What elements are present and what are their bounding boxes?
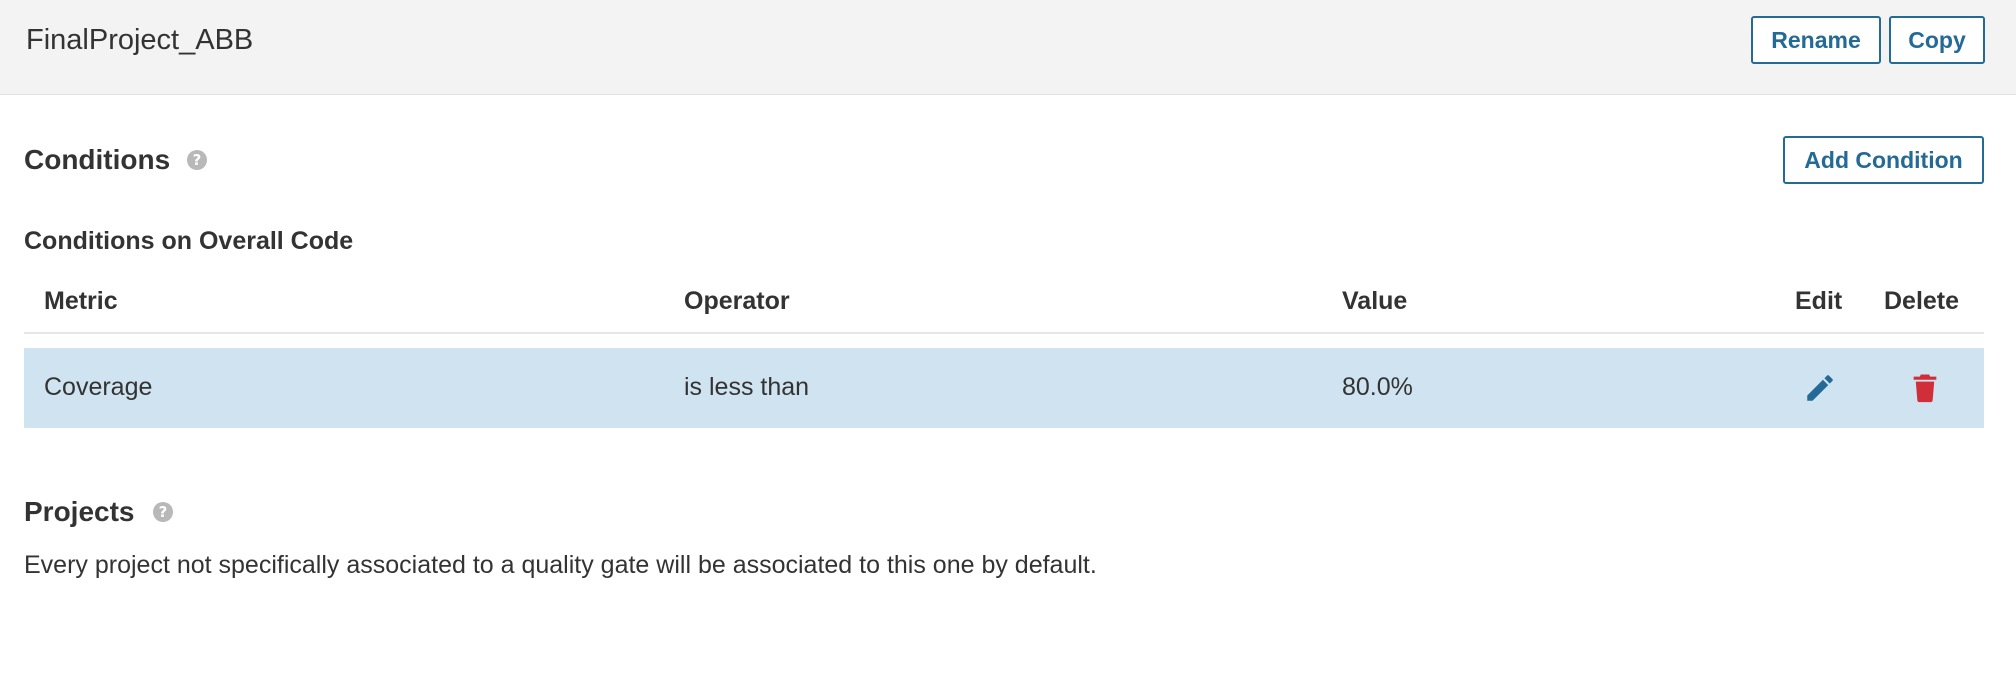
column-header-edit: Edit <box>1795 287 1843 315</box>
column-header-delete: Delete <box>1884 287 1960 315</box>
page-title: FinalProject_ABB <box>26 24 254 56</box>
quality-gate-header: FinalProject_ABB Rename Copy <box>0 0 2016 95</box>
help-icon[interactable]: ? <box>187 150 207 170</box>
column-header-value: Value <box>1342 287 1408 315</box>
conditions-heading: Conditions <box>24 144 171 175</box>
projects-description: Every project not specifically associate… <box>24 551 1097 579</box>
table-row: Coverage is less than 80.0% <box>24 348 1984 428</box>
trash-icon[interactable] <box>1908 370 1942 406</box>
operator-cell: is less than <box>684 373 810 401</box>
value-cell: 80.0% <box>1342 373 1413 401</box>
metric-cell: Coverage <box>44 373 153 401</box>
copy-button[interactable]: Copy <box>1889 16 1985 64</box>
help-icon[interactable]: ? <box>153 502 173 522</box>
add-condition-button[interactable]: Add Condition <box>1783 136 1984 184</box>
projects-heading: Projects <box>24 496 135 527</box>
column-header-metric: Metric <box>44 287 118 315</box>
pencil-icon[interactable] <box>1803 370 1837 406</box>
conditions-table: Metric Operator Value Edit Delete Covera… <box>24 276 1984 428</box>
overall-code-heading: Conditions on Overall Code <box>24 227 354 255</box>
column-header-operator: Operator <box>684 287 790 315</box>
rename-button[interactable]: Rename <box>1751 16 1881 64</box>
table-header: Metric Operator Value Edit Delete <box>24 276 1984 334</box>
